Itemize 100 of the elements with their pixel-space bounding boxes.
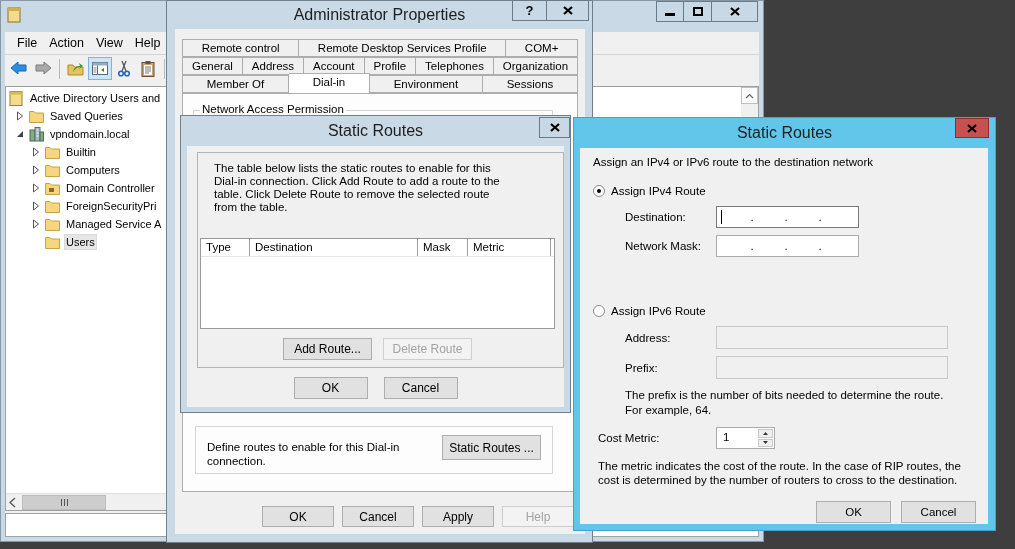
text-caret: [721, 210, 722, 224]
toolbar-button[interactable]: [88, 57, 112, 80]
close-button[interactable]: [712, 1, 758, 22]
ip-separator: .: [783, 211, 789, 223]
minimize-button[interactable]: [656, 1, 684, 22]
field-label: Cost Metric:: [598, 432, 661, 444]
ip-address-field[interactable]: . . .: [716, 206, 859, 228]
spin-down-button[interactable]: [758, 438, 773, 447]
tab[interactable]: Dial-in: [288, 73, 370, 93]
tab[interactable]: Address: [242, 57, 304, 75]
menu-item[interactable]: Action: [43, 36, 90, 50]
tab[interactable]: Remote control: [182, 39, 300, 57]
tree-item[interactable]: Builtin: [64, 144, 98, 160]
help-text: The metric indicates the cost of the route. In the case of RIP routes, the cost is determined by the number of routers to cross to the destination.: [597, 459, 962, 487]
dialog-button[interactable]: Cancel: [342, 506, 414, 527]
tree-item[interactable]: vpndomain.local: [48, 126, 132, 142]
scissors-icon: [115, 60, 133, 77]
scroll-thumb[interactable]: [22, 494, 106, 510]
ip-address-field[interactable]: . . .: [716, 235, 859, 257]
maximize-icon: [692, 7, 703, 16]
tree-item[interactable]: ForeignSecurityPri: [64, 198, 159, 214]
tab[interactable]: General: [182, 57, 243, 75]
ip-separator: .: [749, 211, 755, 223]
ip-separator: .: [817, 211, 823, 223]
radio-button[interactable]: [593, 305, 605, 317]
tree-item[interactable]: Users: [64, 234, 97, 250]
static-routes-button[interactable]: Static Routes ...: [442, 435, 541, 460]
app-icon: [7, 7, 21, 23]
dialog-button[interactable]: Add Route...: [283, 338, 372, 360]
menu-item[interactable]: View: [89, 36, 129, 50]
maximize-button[interactable]: [684, 1, 712, 22]
dialog-button[interactable]: OK: [262, 506, 334, 527]
description-text: The table below lists the static routes to enable for this Dial-in connection. Click Add Route to add a route to the table. Click Delete Route to remove the selected route from the table.: [214, 162, 501, 214]
tab[interactable]: Member Of: [182, 75, 289, 93]
tab[interactable]: Organization: [493, 57, 579, 75]
scroll-up-button[interactable]: [741, 87, 758, 104]
routes-description: Define routes to enable for this Dial-in connection.: [207, 440, 401, 468]
spin-up-button[interactable]: [758, 429, 773, 438]
up-arrow-icon: [763, 431, 768, 435]
radio-label[interactable]: Assign IPv4 Route: [611, 185, 706, 197]
tab[interactable]: COM+: [506, 39, 578, 57]
dialog-button[interactable]: Cancel: [383, 377, 458, 399]
tree-item[interactable]: Active Directory Users and: [28, 90, 163, 106]
menu-item[interactable]: File: [11, 36, 44, 50]
grip-icon: [59, 498, 69, 506]
ip-separator: .: [749, 240, 755, 252]
expander-icon[interactable]: [15, 129, 25, 139]
column-header[interactable]: Mask: [418, 239, 468, 256]
help-button[interactable]: ?: [512, 0, 547, 21]
dialog-button[interactable]: Cancel: [901, 501, 976, 523]
hint-text: The prefix is the number of bits needed to determine the route. For example, 64.: [624, 388, 945, 418]
spinner-value: 1: [722, 430, 731, 445]
clipboard-icon: [139, 60, 157, 77]
close-icon: [967, 123, 977, 133]
column-header[interactable]: Metric: [468, 239, 551, 256]
window-title: Administrator Properties: [293, 6, 466, 24]
tab[interactable]: Remote Desktop Services Profile: [299, 39, 507, 57]
back-arrow-icon: [10, 60, 28, 77]
ip-separator: .: [783, 240, 789, 252]
vertical-scrollbar[interactable]: [741, 87, 758, 117]
tree-item[interactable]: Saved Queries: [48, 108, 125, 124]
column-header[interactable]: Type: [201, 239, 250, 256]
down-arrow-icon: [763, 441, 768, 445]
tab[interactable]: Telephones: [416, 57, 494, 75]
horizontal-scrollbar[interactable]: [6, 493, 166, 510]
column-header[interactable]: Destination: [250, 239, 418, 256]
expander-icon[interactable]: [15, 111, 25, 121]
tab[interactable]: Profile: [364, 57, 417, 75]
tree-item[interactable]: Computers: [64, 162, 122, 178]
expander-icon[interactable]: [31, 183, 41, 193]
tab[interactable]: Sessions: [482, 75, 579, 93]
close-button[interactable]: [539, 117, 570, 138]
building-icon: [28, 125, 45, 143]
tree-item[interactable]: Managed Service A: [64, 216, 164, 232]
field-label: Destination:: [625, 211, 687, 223]
close-icon: [729, 7, 740, 16]
tree-item[interactable]: Domain Controller: [64, 180, 157, 196]
radio-button[interactable]: [593, 185, 605, 197]
dialog-title: Static Routes: [327, 122, 424, 140]
dialog-button[interactable]: OK: [816, 501, 891, 523]
dialog-button[interactable]: Apply: [422, 506, 494, 527]
group-label: Network Access Permission: [200, 103, 346, 115]
expander-icon[interactable]: [31, 219, 41, 229]
chevron-up-icon: [745, 92, 754, 99]
dialog-button[interactable]: OK: [293, 377, 368, 399]
close-icon: [549, 123, 560, 132]
directory-icon: [8, 89, 25, 107]
radio-label[interactable]: Assign IPv6 Route: [611, 305, 706, 317]
number-spinner[interactable]: 1: [716, 427, 775, 449]
close-button[interactable]: [547, 0, 589, 21]
expander-icon[interactable]: [31, 147, 41, 157]
forward-arrow-icon: [34, 60, 52, 77]
expander-icon[interactable]: [31, 201, 41, 211]
tab[interactable]: Environment: [369, 75, 483, 93]
instruction-text: Assign an IPv4 or IPv6 route to the destination network: [593, 156, 874, 168]
menu-item[interactable]: Help: [128, 36, 167, 50]
close-icon: [562, 6, 573, 15]
minimize-icon: [665, 13, 675, 16]
field-label: Prefix:: [625, 361, 659, 374]
expander-icon[interactable]: [31, 165, 41, 175]
